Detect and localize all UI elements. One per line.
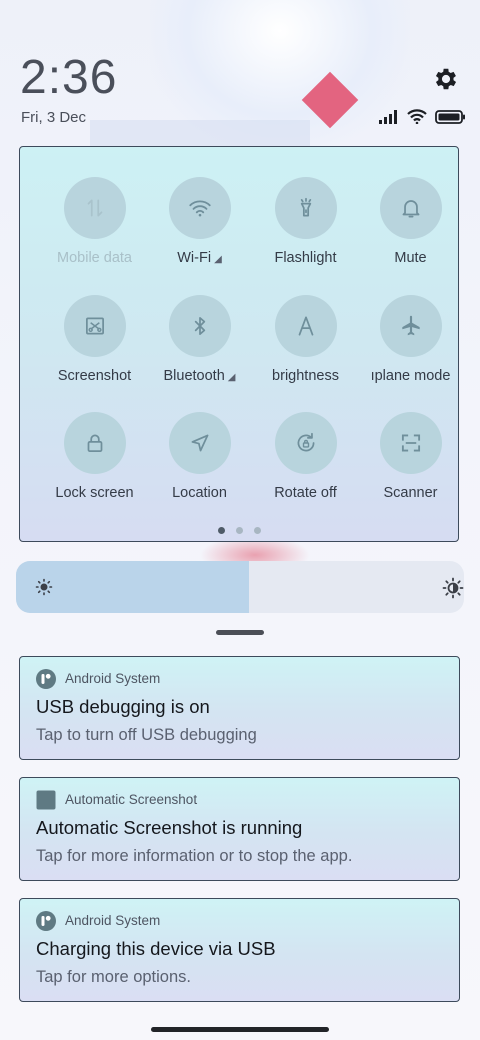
qs-tile-button[interactable]	[275, 412, 337, 474]
rotate-lock-icon	[297, 432, 315, 452]
notification-card[interactable]: Android System USB debugging is on Tap to …	[19, 656, 460, 760]
mobile-data-icon	[87, 199, 103, 217]
system-icons	[379, 109, 466, 124]
qs-tile-label-text: Screenshot	[57, 368, 132, 384]
qs-tile-label-text: Rotate off	[274, 485, 337, 501]
qs-tile-label-text: Mobile data	[57, 250, 132, 266]
qs-tile-label: ıplane mode	[352, 368, 469, 384]
notification-body: Tap for more information or to stop the …	[36, 847, 353, 865]
qs-tile-label: Rotate off	[247, 485, 364, 501]
qs-tile-button[interactable]	[169, 295, 231, 357]
qs-tile-rotate-lock[interactable]: Rotate off	[253, 412, 358, 522]
qs-tile-button[interactable]	[275, 177, 337, 239]
qs-tile-label: brightness	[247, 368, 364, 384]
qs-tile-auto-brightness[interactable]: brightness	[253, 295, 358, 405]
qs-tile-label: Lock screen	[36, 485, 153, 501]
qs-tile-label-text: Wi-Fi	[177, 250, 212, 266]
auto-brightness-icon	[298, 316, 314, 336]
qs-tile-label-text: Flashlight	[274, 250, 337, 266]
more-options-triangle-icon: ◢	[214, 254, 222, 265]
page-dot	[253, 527, 261, 534]
qs-tile-label: Flashlight	[247, 250, 364, 266]
qs-tile-lock[interactable]: Lock screen	[42, 412, 147, 522]
bluetooth-icon	[194, 317, 206, 335]
page-indicator	[20, 527, 458, 534]
qs-tile-button[interactable]	[64, 412, 126, 474]
qs-tile-button[interactable]	[380, 295, 442, 357]
qs-tile-label-text: Lock screen	[55, 485, 134, 501]
qs-tile-label-text: ıplane mode	[370, 368, 451, 384]
notification-app-name: Android System	[65, 913, 161, 928]
notification-body: Tap to turn off USB debugging	[36, 726, 257, 744]
qs-tile-label: Mute	[352, 250, 469, 266]
wifi-icon	[189, 200, 211, 217]
qs-tile-screenshot[interactable]: Screenshot	[42, 295, 147, 405]
qs-tile-flashlight[interactable]: Flashlight	[253, 177, 358, 287]
qs-tile-airplane[interactable]: ıplane mode	[358, 295, 463, 405]
clock[interactable]: 2:36	[20, 50, 117, 105]
notification-title: Charging this device via USB	[36, 938, 276, 959]
qs-tile-label: Scanner	[352, 485, 469, 501]
qs-tile-label: Bluetooth ◢	[141, 368, 258, 384]
notification-body: Tap for more options.	[36, 968, 191, 986]
qs-tile-button[interactable]	[169, 412, 231, 474]
qs-tile-label: Location	[141, 485, 258, 501]
gear-icon[interactable]	[432, 65, 460, 93]
automatic-screenshot-icon	[36, 790, 56, 810]
qs-tile-label-text: Scanner	[383, 485, 438, 501]
qs-tile-label-text: Location	[172, 485, 227, 501]
qs-tile-wifi[interactable]: Wi-Fi ◢	[147, 177, 252, 287]
date[interactable]: Fri, 3 Dec	[21, 109, 86, 126]
brightness-high-icon	[442, 577, 464, 599]
qs-tile-scanner[interactable]: Scanner	[358, 412, 463, 522]
qs-tile-label-text: Mute	[394, 250, 427, 266]
qs-tile-mobile-data[interactable]: Mobile data	[42, 177, 147, 287]
qs-tile-button[interactable]	[275, 295, 337, 357]
qs-tile-bluetooth[interactable]: Bluetooth ◢	[147, 295, 252, 405]
notification-title: USB debugging is on	[36, 696, 210, 717]
airplane-icon	[402, 315, 420, 336]
wifi-icon	[407, 109, 427, 124]
qs-tile-button[interactable]	[169, 177, 231, 239]
qs-tile-label-text: brightness	[272, 368, 339, 384]
screenshot-icon	[86, 317, 104, 335]
qs-tile-button[interactable]	[64, 295, 126, 357]
qs-tile-label-text: Bluetooth	[163, 368, 225, 384]
qs-tile-label: Wi-Fi ◢	[141, 250, 258, 266]
page-dot	[217, 527, 225, 534]
lock-icon	[87, 434, 103, 452]
battery-icon	[435, 109, 465, 124]
qs-tile-location[interactable]: Location	[147, 412, 252, 522]
status-bar: 2:36 Fri, 3 Dec	[0, 0, 480, 140]
notification-app-name: Automatic Screenshot	[65, 792, 198, 807]
qs-tile-bell[interactable]: Mute	[358, 177, 463, 287]
brightness-slider[interactable]	[16, 561, 464, 613]
scanner-icon	[401, 434, 421, 452]
more-options-triangle-icon: ◢	[227, 372, 236, 383]
quick-settings-panel: Mobile data Wi-Fi ◢ Flashlight Mute Screensho…	[19, 146, 459, 542]
notification-app-name: Android System	[65, 671, 161, 686]
qs-tile-button[interactable]	[380, 177, 442, 239]
panel-drag-handle[interactable]	[216, 630, 264, 635]
location-icon	[191, 434, 209, 452]
notification-title: Automatic Screenshot is running	[36, 817, 303, 838]
flashlight-icon	[300, 197, 312, 217]
bell-icon	[402, 200, 420, 218]
qs-tile-button[interactable]	[64, 177, 126, 239]
qs-tile-label: Mobile data	[36, 250, 153, 266]
qs-tile-button[interactable]	[380, 412, 442, 474]
signal-icon	[379, 109, 397, 124]
qs-tile-label: Screenshot	[36, 368, 153, 384]
notification-card[interactable]: Automatic Screenshot Automatic Screenshot…	[19, 777, 460, 881]
notification-card[interactable]: Android System Charging this device via U…	[19, 898, 460, 1002]
page-dot	[235, 527, 243, 534]
brightness-low-icon	[35, 578, 53, 596]
android-system-icon	[36, 911, 56, 931]
home-indicator[interactable]	[151, 1027, 329, 1032]
android-system-icon	[36, 669, 56, 689]
